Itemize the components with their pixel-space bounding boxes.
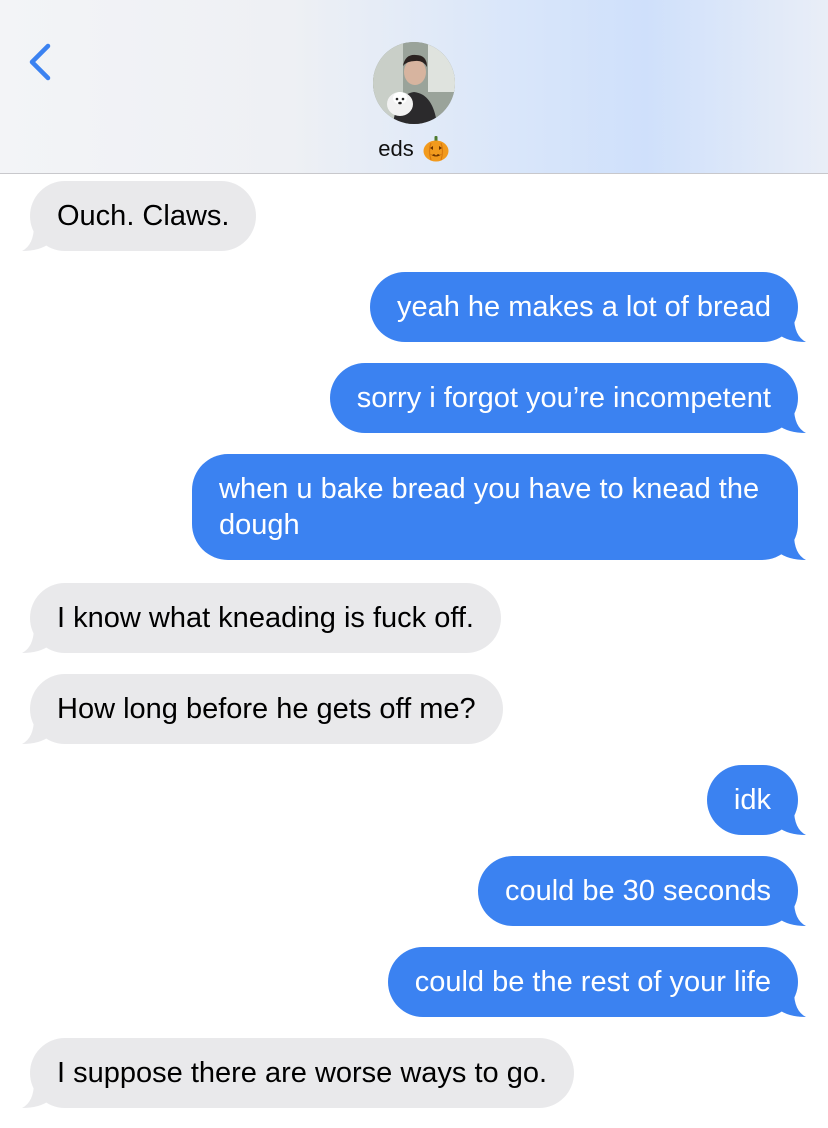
contact-name-row[interactable]: eds — [0, 134, 828, 164]
message-bubble-received[interactable]: I know what kneading is fuck off. — [22, 583, 501, 653]
chevron-left-icon — [29, 43, 51, 81]
message-text: sorry i forgot you’re incompetent — [356, 382, 771, 414]
message-text: yeah he makes a lot of bread — [396, 291, 771, 323]
contact-avatar[interactable] — [373, 42, 455, 124]
jack-o-lantern-icon — [423, 136, 449, 162]
bubble-tail — [778, 991, 806, 1017]
message-text: Ouch. Claws. — [57, 200, 230, 232]
message-bubble-received[interactable]: How long before he gets off me? — [22, 674, 503, 744]
message-bubble-sent[interactable]: idk — [706, 765, 806, 835]
message-text: when u bake bread you have to knead the … — [219, 473, 760, 541]
contact-name: eds — [378, 136, 414, 161]
message-bubble-sent[interactable]: yeah he makes a lot of bread — [369, 272, 806, 342]
bubble-tail — [778, 316, 806, 342]
bubble-tail — [778, 809, 806, 835]
bubble-tail — [22, 225, 50, 251]
message-text: idk — [733, 784, 771, 816]
message-text: I know what kneading is fuck off. — [57, 602, 474, 634]
bubble-tail — [22, 1082, 50, 1108]
bubble-tail — [22, 627, 50, 653]
message-text: could be 30 seconds — [504, 875, 771, 907]
message-bubble-received[interactable]: I suppose there are worse ways to go. — [22, 1038, 575, 1108]
message-bubble-sent[interactable]: could be 30 seconds — [477, 856, 806, 926]
message-bubble-sent[interactable]: could be the rest of your life — [387, 947, 806, 1017]
message-text: How long before he gets off me? — [57, 693, 476, 725]
message-text: I suppose there are worse ways to go. — [57, 1057, 548, 1089]
bubble-tail — [778, 407, 806, 433]
back-button[interactable] — [22, 38, 62, 86]
conversation-header: eds — [0, 0, 828, 174]
bubble-tail — [778, 900, 806, 926]
message-text: could be the rest of your life — [414, 966, 771, 998]
bubble-tail — [778, 534, 806, 560]
message-bubble-sent[interactable]: when u bake bread you have to knead the … — [192, 454, 806, 560]
message-bubble-received[interactable]: Ouch. Claws. — [22, 181, 257, 251]
bubble-tail — [22, 718, 50, 744]
message-bubble-sent[interactable]: sorry i forgot you’re incompetent — [329, 363, 806, 433]
